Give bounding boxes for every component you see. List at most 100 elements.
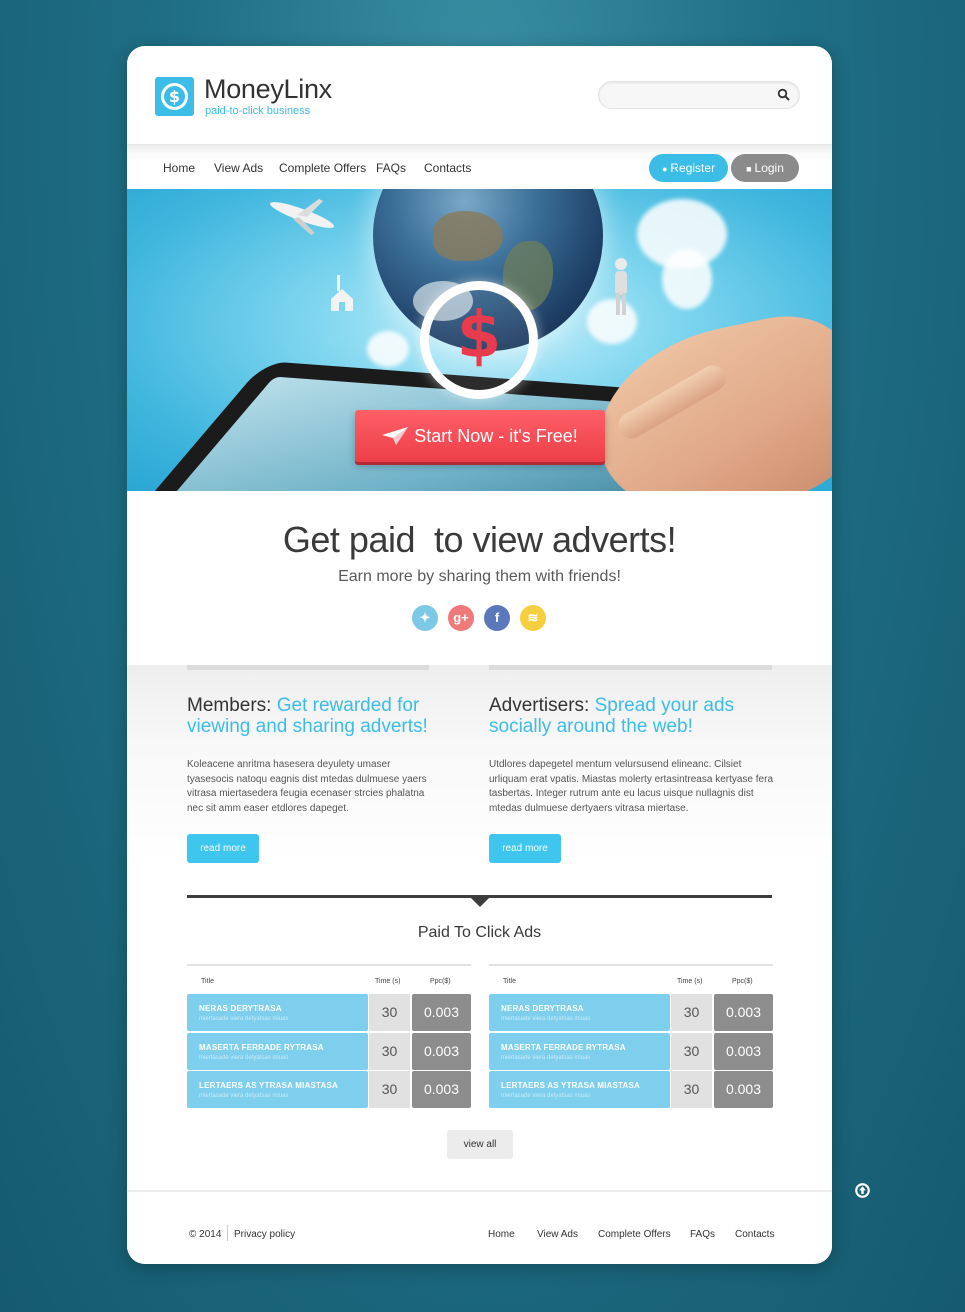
paper-plane-icon [382,427,409,445]
members-read-more-button[interactable]: read more [187,834,259,863]
members-lead: Members: [187,695,272,716]
person-icon [615,258,627,315]
dollar-icon: $ [161,83,188,110]
nav-contacts[interactable]: Contacts [424,161,471,175]
footer-link-home[interactable]: Home [488,1229,515,1240]
table-row: NERAS DERYTRASA miertasade viera detyats… [489,994,773,1031]
nav-home[interactable]: Home [163,161,195,175]
house-key-icon [331,275,353,311]
brand-tagline: paid-to-click business [205,105,311,117]
copyright: © 2014 [189,1229,222,1240]
search-icon[interactable] [777,88,791,102]
ads-table-header: Title Time (s) Ppc($) [489,964,773,994]
column-divider [187,665,429,670]
ad-title: MASERTA FERRADE RYTRASA [199,1042,324,1052]
ad-subtitle: miertasade viera detyatsas miuas [199,1016,289,1022]
advertisers-lead: Advertisers: [489,695,590,716]
google-plus-icon[interactable]: g+ [448,605,474,631]
cloud-image [367,331,409,367]
table-row: MASERTA FERRADE RYTRASA miertasade viera… [187,1032,471,1070]
register-label: Register [670,161,716,175]
ad-time: 30 [369,1032,410,1070]
table-row: MASERTA FERRADE RYTRASA miertasade viera… [489,1032,773,1070]
ad-title-cell[interactable]: NERAS DERYTRASA miertasade viera detyats… [187,994,368,1031]
logo[interactable]: $ [155,77,194,116]
ad-time: 30 [369,994,410,1031]
airplane-image [269,199,335,235]
ad-ppc: 0.003 [412,1071,471,1108]
main-nav: Home View Ads Complete Offers FAQs Conta… [127,144,832,189]
ad-time: 30 [671,994,712,1031]
ads-section-title: Paid To Click Ads [417,924,542,941]
nav-complete-offers[interactable]: Complete Offers [279,161,366,175]
ads-table-header: Title Time (s) Ppc($) [187,964,471,994]
arrow-up-circle-icon[interactable] [855,1183,870,1198]
dollar-symbol: $ [456,299,502,373]
ad-title-cell[interactable]: MASERTA FERRADE RYTRASA miertasade viera… [489,1032,670,1070]
start-now-label: Start Now - it's Free! [414,426,578,446]
view-all-button[interactable]: view all [447,1130,513,1159]
cloud-image [662,249,712,309]
ads-table-left: Title Time (s) Ppc($) NERAS DERYTRASA mi… [187,964,471,1110]
page-subtitle: Earn more by sharing them with friends! [338,568,621,585]
ad-time: 30 [369,1071,410,1108]
col-title-header: Title [503,978,516,985]
footer-link-contacts[interactable]: Contacts [735,1229,774,1240]
ad-title: LERTAERS AS YTRASA MIASTASA [501,1081,641,1090]
brand-name[interactable]: MoneyLinx [204,74,332,105]
register-button[interactable]: ● Register [649,154,728,182]
ad-title-cell[interactable]: MASERTA FERRADE RYTRASA miertasade viera… [187,1032,368,1070]
ad-ppc: 0.003 [412,1032,471,1070]
rss-icon[interactable]: ≋ [520,605,546,631]
table-row: LERTAERS AS YTRASA MIASTASA miertasade v… [187,1071,471,1108]
ad-subtitle: miertasade viera detyatsas miuas [501,1016,591,1022]
advertisers-heading: Advertisers: Spread your ads socially ar… [489,695,739,737]
login-button[interactable]: ■ Login [731,154,799,182]
ad-subtitle: miertasade viera detyatsas miuas [199,1093,289,1099]
footer-separator [227,1225,228,1241]
ad-ppc: 0.003 [714,1032,773,1070]
table-row: LERTAERS AS YTRASA MIASTASA miertasade v… [489,1071,773,1108]
privacy-policy-link[interactable]: Privacy policy [234,1229,295,1240]
footer-link-view-ads[interactable]: View Ads [537,1229,578,1240]
intro-section: Get paid to view adverts! Earn more by s… [127,491,832,665]
ad-title-cell[interactable]: LERTAERS AS YTRASA MIASTASA miertasade v… [489,1071,670,1108]
footer-link-complete-offers[interactable]: Complete Offers [598,1229,671,1240]
dollar-coin-icon: $ [420,281,538,399]
lock-icon: ■ [746,164,752,174]
start-now-button[interactable]: Start Now - it's Free! [355,410,605,462]
ad-ppc: 0.003 [412,994,471,1031]
twitter-icon[interactable]: ✦ [412,605,438,631]
col-ppc-header: Ppc($) [430,978,451,985]
ad-ppc: 0.003 [714,1071,773,1108]
col-title-header: Title [201,978,214,985]
col-time-header: Time (s) [375,978,401,985]
ad-subtitle: miertasade viera detyatsas miuas [199,1054,289,1061]
footer-link-faqs[interactable]: FAQs [690,1229,715,1240]
ad-title: NERAS DERYTRASA [501,1004,584,1013]
page-title: Get paid to view adverts! [282,519,677,560]
ad-title: LERTAERS AS YTRASA MIASTASA [199,1081,339,1090]
ad-title: NERAS DERYTRASA [199,1004,282,1013]
login-label: Login [754,161,784,175]
col-time-header: Time (s) [677,978,703,985]
table-row: NERAS DERYTRASA miertasade viera detyats… [187,994,471,1031]
nav-faqs[interactable]: FAQs [376,161,406,175]
column-divider [489,665,772,670]
facebook-icon[interactable]: f [484,605,510,631]
search-input[interactable] [609,87,769,105]
ad-title-cell[interactable]: LERTAERS AS YTRASA MIASTASA miertasade v… [187,1071,368,1108]
search-box [598,81,800,109]
nav-view-ads[interactable]: View Ads [214,161,263,175]
ad-subtitle: miertasade viera detyatsas miuas [501,1054,591,1061]
page-card: $ MoneyLinx paid-to-click business Home … [127,46,832,1264]
ad-subtitle: miertasade viera detyatsas miuas [501,1093,591,1099]
ad-title-cell[interactable]: NERAS DERYTRASA miertasade viera detyats… [489,994,670,1031]
hero-banner: $ Start Now - it's Free! [127,189,832,491]
ad-ppc: 0.003 [714,994,773,1031]
members-text: Koleacene anritma hasesera deyulety umas… [187,759,427,814]
advertisers-read-more-button[interactable]: read more [489,834,561,863]
divider-arrow-icon [471,898,489,907]
advertisers-text: Utdlores dapegetel mentum velursusend el… [489,759,773,814]
ad-time: 30 [671,1071,712,1108]
